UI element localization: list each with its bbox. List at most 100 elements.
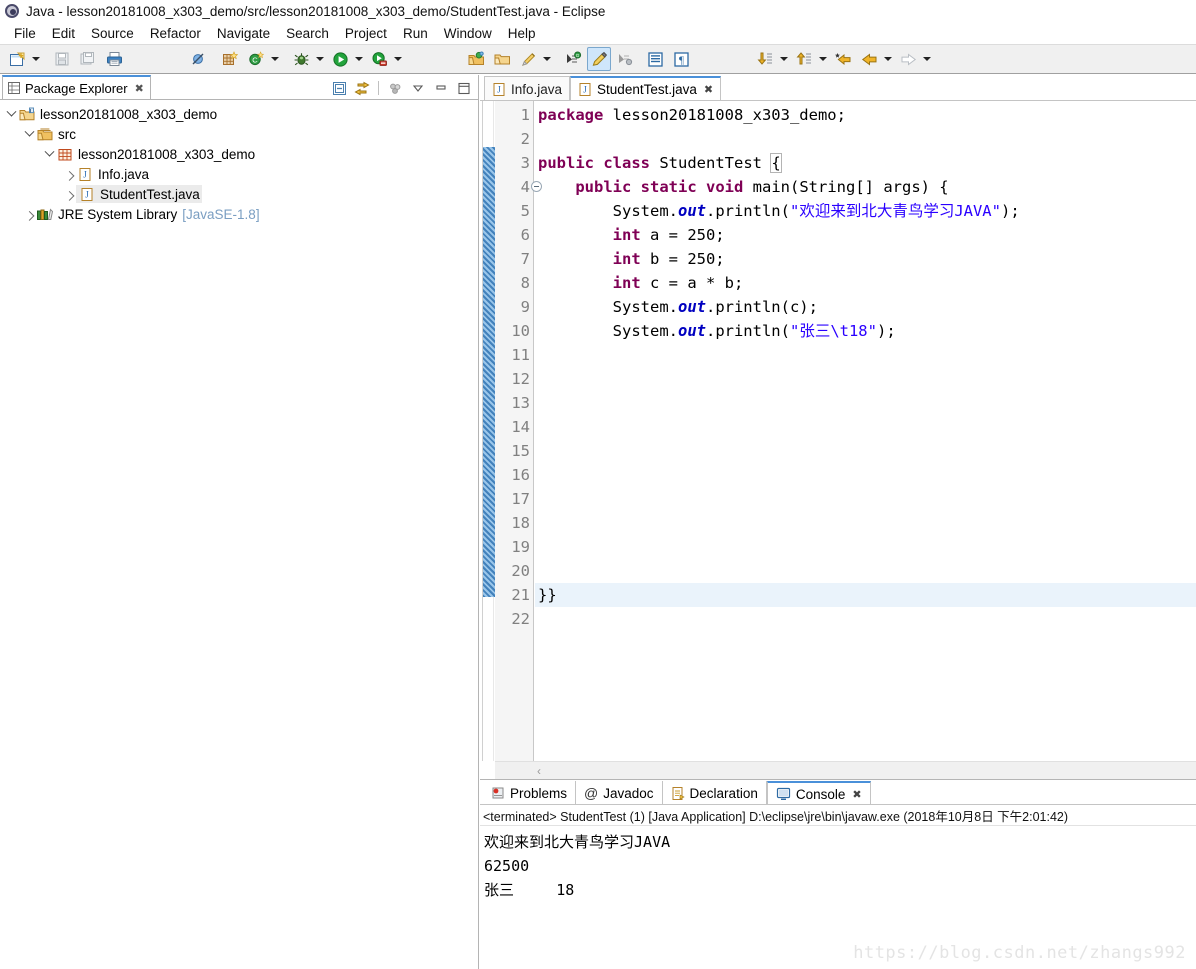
previous-annotation-button[interactable] bbox=[613, 47, 637, 71]
next-annotation-icon: G bbox=[566, 51, 581, 63]
search-button[interactable] bbox=[516, 47, 540, 71]
tree-row-jre-system-library[interactable]: JRE System Library [JavaSE-1.8] bbox=[0, 204, 478, 224]
expand-chevron-right-icon[interactable] bbox=[62, 184, 76, 204]
tree-label: lesson20181008_x303_demo bbox=[78, 146, 256, 162]
code-line: public static void main(String[] args) { bbox=[575, 178, 949, 196]
menu-window[interactable]: Window bbox=[436, 24, 500, 43]
marker-highlight-icon bbox=[592, 51, 607, 66]
search-dropdown[interactable] bbox=[541, 47, 552, 71]
scroll-left-icon[interactable]: ‹ bbox=[537, 764, 541, 778]
close-icon[interactable]: ✖ bbox=[704, 83, 713, 96]
tab-studenttest-java[interactable]: J StudentTest.java ✖ bbox=[570, 76, 722, 101]
previous-edit-location-dropdown[interactable] bbox=[817, 47, 828, 71]
tab-info-java[interactable]: J Info.java bbox=[484, 76, 571, 101]
editor-tabbar: J Info.java J StudentTest.java ✖ bbox=[480, 75, 1196, 101]
previous-edit-location-button[interactable] bbox=[792, 47, 816, 71]
expand-chevron-down-icon[interactable] bbox=[42, 144, 56, 164]
tab-declaration[interactable]: Declaration bbox=[662, 781, 767, 805]
tab-javadoc[interactable]: @ Javadoc bbox=[576, 781, 663, 805]
close-icon[interactable]: ✖ bbox=[852, 788, 861, 801]
svg-text:J: J bbox=[85, 189, 89, 199]
new-java-project-button[interactable] bbox=[464, 47, 488, 71]
new-wizard-button[interactable] bbox=[5, 47, 29, 71]
line-number: 18 bbox=[511, 514, 530, 532]
tree-row-studenttest-java[interactable]: J StudentTest.java bbox=[0, 184, 478, 204]
new-class-dropdown[interactable] bbox=[269, 47, 280, 71]
menu-refactor[interactable]: Refactor bbox=[142, 24, 209, 43]
editor-horizontal-scrollbar[interactable]: ‹ bbox=[495, 761, 1196, 779]
save-button[interactable] bbox=[50, 47, 74, 71]
annotation-ruler[interactable] bbox=[482, 101, 495, 761]
menu-edit[interactable]: Edit bbox=[44, 24, 83, 43]
menu-help[interactable]: Help bbox=[500, 24, 544, 43]
skip-breakpoints-icon bbox=[192, 53, 204, 65]
java-file-icon: J bbox=[76, 165, 94, 183]
view-menu-chevron-button[interactable] bbox=[408, 79, 428, 97]
expand-chevron-right-icon[interactable] bbox=[62, 164, 76, 184]
collapse-all-icon bbox=[332, 81, 346, 95]
up-arrow-doc-icon bbox=[796, 51, 811, 64]
external-tools-button[interactable] bbox=[367, 47, 391, 71]
external-tools-dropdown[interactable] bbox=[392, 47, 403, 71]
line-number: 5 bbox=[520, 202, 530, 220]
last-edit-location-button[interactable] bbox=[831, 47, 855, 71]
expand-chevron-down-icon[interactable] bbox=[22, 124, 36, 144]
link-editor-icon bbox=[354, 81, 370, 95]
new-wizard-dropdown[interactable] bbox=[30, 47, 41, 71]
back-button[interactable] bbox=[857, 47, 881, 71]
menu-search[interactable]: Search bbox=[278, 24, 337, 43]
link-with-editor-button[interactable] bbox=[352, 79, 372, 97]
forward-dropdown[interactable] bbox=[921, 47, 932, 71]
run-dropdown[interactable] bbox=[353, 47, 364, 71]
menu-navigate[interactable]: Navigate bbox=[209, 24, 278, 43]
debug-button[interactable] bbox=[289, 47, 313, 71]
next-edit-location-dropdown[interactable] bbox=[778, 47, 789, 71]
print-button[interactable] bbox=[102, 47, 126, 71]
project-tree: lesson20181008_x303_demo src lesson20181… bbox=[0, 100, 478, 224]
toggle-block-selection-button[interactable] bbox=[643, 47, 667, 71]
close-icon[interactable]: ✖ bbox=[135, 82, 144, 95]
tab-console[interactable]: Console ✖ bbox=[766, 781, 871, 805]
source-folder-icon bbox=[36, 125, 54, 143]
tab-problems[interactable]: Problems bbox=[483, 781, 577, 805]
tree-row-src[interactable]: src bbox=[0, 124, 478, 144]
new-package-button[interactable] bbox=[218, 47, 242, 71]
run-button[interactable] bbox=[328, 47, 352, 71]
skip-all-breakpoints-button[interactable] bbox=[186, 47, 210, 71]
expand-chevron-right-icon[interactable] bbox=[22, 204, 36, 224]
java-file-icon: J bbox=[78, 185, 96, 203]
tab-package-explorer-label: Package Explorer bbox=[25, 80, 128, 96]
save-all-button[interactable] bbox=[76, 47, 100, 71]
next-edit-location-button[interactable] bbox=[753, 47, 777, 71]
line-number: 9 bbox=[520, 298, 530, 316]
minimize-icon bbox=[436, 85, 446, 90]
menu-project[interactable]: Project bbox=[337, 24, 395, 43]
show-whitespace-button[interactable]: ¶ bbox=[669, 47, 693, 71]
code-text-area[interactable]: package lesson20181008_x303_demo; public… bbox=[535, 101, 1196, 761]
next-annotation-button[interactable]: G bbox=[561, 47, 585, 71]
new-class-button[interactable]: C bbox=[244, 47, 268, 71]
maximize-view-button[interactable] bbox=[454, 79, 474, 97]
tree-row-info-java[interactable]: J Info.java bbox=[0, 164, 478, 184]
menu-source[interactable]: Source bbox=[83, 24, 142, 43]
line-number: 10 bbox=[511, 322, 530, 340]
menu-file[interactable]: File bbox=[6, 24, 44, 43]
tree-row-package[interactable]: lesson20181008_x303_demo bbox=[0, 144, 478, 164]
code-line: int a = 250; bbox=[612, 226, 725, 244]
console-launch-header: <terminated> StudentTest (1) [Java Appli… bbox=[480, 805, 1196, 826]
forward-button[interactable] bbox=[896, 47, 920, 71]
open-type-button[interactable] bbox=[490, 47, 514, 71]
menu-run[interactable]: Run bbox=[395, 24, 436, 43]
back-dropdown[interactable] bbox=[882, 47, 893, 71]
tab-package-explorer[interactable]: Package Explorer ✖ bbox=[2, 75, 151, 99]
tree-row-project[interactable]: lesson20181008_x303_demo bbox=[0, 104, 478, 124]
debug-dropdown[interactable] bbox=[314, 47, 325, 71]
collapse-all-button[interactable] bbox=[329, 79, 349, 97]
minimize-view-button[interactable] bbox=[431, 79, 451, 97]
view-menu-button[interactable] bbox=[385, 79, 405, 97]
java-file-icon: J bbox=[493, 82, 505, 96]
expand-chevron-down-icon[interactable] bbox=[4, 104, 18, 124]
toggle-mark-occurrences-button[interactable] bbox=[587, 47, 611, 71]
